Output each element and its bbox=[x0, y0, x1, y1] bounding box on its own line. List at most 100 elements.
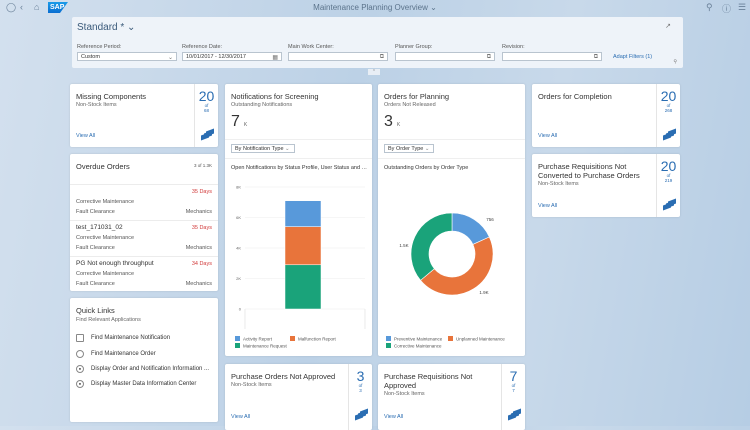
kpi-value: 7K bbox=[231, 113, 247, 131]
variant-selector[interactable]: Standard * ⌄ bbox=[77, 22, 135, 33]
legend-label: Unplanned Maintenance bbox=[456, 337, 505, 342]
quick-link-label: Find Maintenance Notification bbox=[91, 335, 171, 341]
pin-icon[interactable]: ⚲ bbox=[673, 59, 677, 65]
share-icon[interactable]: ↗ bbox=[665, 22, 671, 30]
activity: Fault Clearance bbox=[76, 209, 115, 215]
chevron-down-icon: ⌄ bbox=[285, 146, 290, 152]
activity: Fault Clearance bbox=[76, 245, 115, 251]
view-all-link[interactable]: View All bbox=[76, 133, 95, 139]
card-pr-not-approved[interactable]: Purchase Requisitions Not Approved Non-S… bbox=[378, 364, 525, 430]
card-subtitle: Orders Not Released bbox=[384, 102, 436, 108]
planner-group-input[interactable]: ⧉ bbox=[395, 52, 495, 61]
stack-icon bbox=[355, 408, 368, 421]
reference-period-select[interactable]: Custom ⌄ bbox=[77, 52, 177, 61]
count: 20 bbox=[198, 88, 215, 104]
display-icon: ● bbox=[76, 365, 84, 373]
app-title[interactable]: Maintenance Planning Overview ⌄ bbox=[0, 3, 750, 12]
card-pr-not-converted[interactable]: Purchase Requisitions Not Converted to P… bbox=[532, 154, 680, 217]
display-icon: ● bbox=[76, 380, 84, 388]
card-overdue-orders[interactable]: Overdue Orders 3 of 1.3K 35 Days Correcti… bbox=[70, 154, 218, 291]
y-tick-label: 0 bbox=[239, 307, 242, 312]
legend-swatch bbox=[386, 343, 391, 348]
stack-icon bbox=[201, 128, 214, 141]
stack-icon bbox=[508, 408, 521, 421]
list-item[interactable]: PG Not enough throughput 34 Days Correctiv… bbox=[70, 256, 218, 291]
count: 3 bbox=[356, 368, 365, 384]
y-tick-label: 8K bbox=[236, 185, 241, 190]
stack-icon bbox=[663, 128, 676, 141]
view-all-link[interactable]: View All bbox=[538, 203, 557, 209]
order-title: PG Not enough throughput bbox=[76, 260, 154, 267]
kpi-unit: K bbox=[396, 122, 401, 128]
reference-date-label: Reference Date: bbox=[182, 44, 223, 50]
value-help-icon[interactable]: ⧉ bbox=[594, 54, 598, 61]
collapse-header-button[interactable]: ⌃ bbox=[368, 69, 380, 75]
order-type-select[interactable]: By Order Type ⌄ bbox=[384, 144, 434, 153]
y-tick-label: 6K bbox=[236, 215, 241, 220]
card-orders-planning[interactable]: Orders for Planning Orders Not Released … bbox=[378, 84, 525, 356]
select-value: By Notification Type bbox=[235, 146, 284, 152]
planner-group-label: Planner Group: bbox=[395, 44, 433, 50]
count-panel: 20 of 268 bbox=[656, 84, 680, 147]
main-work-center-input[interactable]: ⧉ bbox=[288, 52, 388, 61]
value-help-icon[interactable]: ⧉ bbox=[487, 54, 491, 61]
card-title: Missing Components bbox=[76, 92, 147, 101]
filter-bar: Standard * ⌄ ↗ Reference Period: Custom ⌄… bbox=[72, 17, 683, 68]
data-label: 1.9K bbox=[479, 290, 488, 295]
view-all-link[interactable]: View All bbox=[384, 414, 403, 420]
revision-input[interactable]: ⧉ bbox=[502, 52, 602, 61]
list-item[interactable]: test_171031_02 35 Days Corrective Maintena… bbox=[70, 220, 218, 256]
quick-link[interactable]: ● Display Order and Notification Informat… bbox=[76, 365, 209, 373]
value-help-icon[interactable]: ⧉ bbox=[380, 54, 384, 61]
quick-link[interactable]: ● Display Master Data Information Center bbox=[76, 380, 196, 388]
card-subtitle: Non-Stock Items bbox=[76, 102, 117, 108]
overdue-days: 34 Days bbox=[191, 261, 212, 267]
select-value: By Order Type bbox=[388, 146, 424, 152]
bar-segment bbox=[284, 200, 322, 227]
list-item[interactable]: 35 Days Corrective Maintenance Fault Clear… bbox=[70, 184, 218, 220]
count: 20 bbox=[660, 88, 677, 104]
notification-type-select[interactable]: By Notification Type ⌄ bbox=[231, 144, 295, 153]
legend-swatch bbox=[386, 336, 391, 341]
card-title: Purchase Orders Not Approved bbox=[231, 372, 336, 381]
card-po-not-approved[interactable]: Purchase Orders Not Approved Non-Stock I… bbox=[225, 364, 372, 430]
count-panel: 7 of 7 bbox=[501, 364, 525, 430]
card-subtitle: Non-Stock Items bbox=[231, 382, 272, 388]
y-tick-label: 4K bbox=[236, 246, 241, 251]
data-label: 756 bbox=[486, 217, 494, 222]
quick-link[interactable]: Find Maintenance Order bbox=[76, 350, 156, 358]
view-all-link[interactable]: View All bbox=[538, 133, 557, 139]
work-group: Mechanics bbox=[185, 281, 212, 287]
search-icon[interactable]: ⚲ bbox=[706, 2, 713, 13]
total: 219 bbox=[664, 178, 673, 183]
menu-icon[interactable]: ☰ bbox=[738, 2, 746, 13]
reference-date-input[interactable]: 10/01/2017 - 12/30/2017 ▦ bbox=[182, 52, 282, 61]
view-all-link[interactable]: View All bbox=[231, 414, 250, 420]
card-orders-completion[interactable]: Orders for Completion View All 20 of 268 bbox=[532, 84, 680, 147]
item-counter: 3 of 1.3K bbox=[193, 163, 212, 168]
reference-period-label: Reference Period: bbox=[77, 44, 122, 50]
legend-label: Activity Report bbox=[243, 337, 273, 342]
app-title-text: Maintenance Planning Overview bbox=[313, 3, 428, 12]
data-label: 1.5K bbox=[399, 243, 408, 248]
overdue-days: 35 Days bbox=[191, 225, 212, 231]
donut-chart: 756 1.9K 1.5K Preventive Maintenance Unplann… bbox=[386, 212, 505, 349]
activity: Fault Clearance bbox=[76, 281, 115, 287]
card-missing-components[interactable]: Missing Components Non-Stock Items View … bbox=[70, 84, 218, 147]
legend-label: Maintenance Request bbox=[243, 344, 288, 349]
bar-segment bbox=[284, 226, 322, 266]
card-notifications-screening[interactable]: Notifications for Screening Outstanding … bbox=[225, 84, 372, 356]
help-icon[interactable]: ⓘ bbox=[722, 2, 731, 15]
stacked-bar-chart: 0 2K 4K 6K 8K Activity Report Malfunction Repo… bbox=[235, 185, 366, 349]
card-subtitle: Find Relevant Applications bbox=[76, 317, 141, 323]
card-title: Notifications for Screening bbox=[231, 92, 319, 101]
quick-link[interactable]: Find Maintenance Notification bbox=[76, 334, 170, 342]
adapt-filters-link[interactable]: Adapt Filters (1) bbox=[613, 54, 652, 60]
total: 3 bbox=[359, 388, 362, 393]
donut-slice bbox=[410, 212, 453, 281]
reference-date-value: 10/01/2017 - 12/30/2017 bbox=[186, 54, 246, 60]
chevron-down-icon: ⌄ bbox=[424, 146, 430, 152]
legend-label: Preventive Maintenance bbox=[394, 337, 443, 342]
calendar-icon[interactable]: ▦ bbox=[272, 54, 278, 61]
y-tick-label: 2K bbox=[236, 276, 241, 281]
